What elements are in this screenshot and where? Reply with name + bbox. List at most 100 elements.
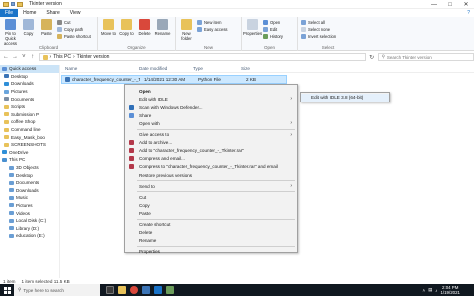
- chrome-icon[interactable]: [130, 286, 138, 294]
- pin-quick-access-button[interactable]: Pin to Quick access: [3, 19, 18, 46]
- invert-selection-button[interactable]: Invert selection: [301, 33, 336, 39]
- menu-item-restore-previous-versions[interactable]: Restore previous versions: [125, 171, 297, 179]
- taskbar-search[interactable]: ⚲ Type here to search: [14, 284, 100, 296]
- sidebar-item-submission-p[interactable]: Submission P: [0, 111, 59, 119]
- column-size[interactable]: Size: [237, 66, 267, 71]
- column-type[interactable]: Type: [189, 66, 237, 71]
- menu-item-add-to-character-frequency-counter-tkint[interactable]: Add to "character_frequency_counter_-_Tk…: [125, 147, 297, 155]
- menu-item-open-with[interactable]: Open with ›: [125, 119, 297, 127]
- sidebar-item-this-pc[interactable]: This PC: [0, 156, 59, 164]
- menu-item-properties[interactable]: Properties: [125, 248, 297, 256]
- clock[interactable]: 2:04 PM 1/19/2021: [440, 285, 460, 295]
- refresh-icon[interactable]: ↻: [369, 54, 375, 61]
- task-view-icon[interactable]: [106, 286, 114, 294]
- rename-button[interactable]: Rename: [155, 19, 170, 36]
- menu-item-scan-with-windows-defender[interactable]: Scan with Windows Defender...: [125, 103, 297, 111]
- sidebar-item-documents[interactable]: Documents: [0, 179, 59, 187]
- sidebar-item-desktop[interactable]: Desktop: [0, 73, 59, 81]
- menu-item-create-shortcut[interactable]: Create shortcut: [125, 221, 297, 229]
- copy-path-button[interactable]: Copy path: [57, 26, 91, 32]
- menu-item-give-access-to[interactable]: Give access to ›: [125, 131, 297, 139]
- volume-icon[interactable]: ♪: [435, 288, 437, 293]
- paste-button[interactable]: Paste: [39, 19, 54, 36]
- sidebar-item-library-d[interactable]: Library (D:): [0, 224, 59, 232]
- sidebar-item-music[interactable]: Music: [0, 194, 59, 202]
- new-folder-quick-icon[interactable]: [17, 1, 23, 7]
- sidebar-item-downloads[interactable]: Downloads: [0, 187, 59, 195]
- sidebar-item-local-disk-c[interactable]: Local Disk (C:): [0, 217, 59, 225]
- address-bar[interactable]: › This PC › Tkinter version: [38, 53, 366, 61]
- recent-chevron-icon[interactable]: ˅: [21, 54, 27, 60]
- history-button[interactable]: History: [263, 33, 283, 39]
- easy-access-button[interactable]: Easy access: [197, 26, 228, 32]
- delete-button[interactable]: Delete: [137, 19, 152, 36]
- select-none-button[interactable]: Select none: [301, 26, 336, 32]
- sidebar-item-command-line[interactable]: Command line: [0, 126, 59, 134]
- sidebar-item-downloads[interactable]: Downloads: [0, 80, 59, 88]
- menu-item-cut[interactable]: Cut: [125, 193, 297, 201]
- network-icon[interactable]: ▤: [428, 287, 432, 293]
- open-button[interactable]: Open: [263, 19, 283, 25]
- copy-to-button[interactable]: Copy to: [119, 19, 134, 36]
- table-row[interactable]: character_frequency_counter_-_Tkinter 1/…: [61, 75, 287, 84]
- new-folder-button[interactable]: New folder: [179, 19, 194, 41]
- menu-item-open[interactable]: Open: [125, 87, 297, 95]
- sidebar-item-screenshots[interactable]: SCREENSHOTS: [0, 141, 59, 149]
- menu-item-rename[interactable]: Rename: [125, 237, 297, 245]
- help-icon[interactable]: ?: [467, 10, 470, 16]
- maximize-button[interactable]: □: [442, 0, 458, 9]
- python-icon[interactable]: [142, 286, 150, 294]
- downloads-icon: [9, 188, 14, 193]
- sidebar-item-scripts[interactable]: Scripts: [0, 103, 59, 111]
- sidebar-item-onedrive[interactable]: OneDrive: [0, 149, 59, 157]
- sidebar-item-coffee-shop[interactable]: coffee Shop: [0, 118, 59, 126]
- back-icon[interactable]: ←: [3, 54, 9, 60]
- menu-item-delete[interactable]: Delete: [125, 229, 297, 237]
- submenu-item-edit-idle-38[interactable]: Edit with IDLE 3.8 (64-bit): [301, 93, 389, 102]
- menu-item-compress-to-character-frequency-counter-[interactable]: Compress to "character_frequency_counter…: [125, 163, 297, 171]
- new-item-button[interactable]: New item: [197, 19, 228, 25]
- forward-icon[interactable]: →: [12, 54, 18, 60]
- app-icon[interactable]: [166, 286, 174, 294]
- file-explorer-icon[interactable]: [118, 286, 126, 294]
- copy-button[interactable]: Copy: [21, 19, 36, 36]
- sidebar-item-documents[interactable]: Documents: [0, 95, 59, 103]
- column-date[interactable]: Date modified: [135, 66, 189, 71]
- close-button[interactable]: ✕: [458, 0, 474, 9]
- sidebar-item-quick-access[interactable]: Quick access: [0, 65, 59, 73]
- properties-quick-icon[interactable]: [11, 2, 15, 6]
- menu-item-share[interactable]: Share: [125, 111, 297, 119]
- paste-shortcut-button[interactable]: Paste shortcut: [57, 33, 91, 39]
- sidebar-item-pictures[interactable]: Pictures: [0, 88, 59, 96]
- breadcrumb-this-pc[interactable]: This PC: [53, 54, 71, 60]
- cut-button[interactable]: Cut: [57, 19, 91, 25]
- sidebar-item-education-e[interactable]: education (E:): [0, 232, 59, 240]
- menu-item-edit-with-idle[interactable]: Edit with IDLE ›: [125, 95, 297, 103]
- column-name[interactable]: Name: [61, 66, 135, 71]
- chevron-up-icon[interactable]: ˄: [423, 288, 426, 293]
- sidebar-item-videos[interactable]: Videos: [0, 209, 59, 217]
- start-button[interactable]: [0, 284, 14, 296]
- properties-button[interactable]: Properties: [243, 19, 262, 36]
- sidebar-item-pictures[interactable]: Pictures: [0, 202, 59, 210]
- up-icon[interactable]: ↑: [30, 54, 36, 60]
- menu-item-compress-and-email[interactable]: Compress and email...: [125, 155, 297, 163]
- tab-share[interactable]: Share: [41, 9, 64, 17]
- menu-item-send-to[interactable]: Send to ›: [125, 182, 297, 190]
- tab-file[interactable]: File: [0, 9, 19, 17]
- sidebar-item-desktop[interactable]: Desktop: [0, 171, 59, 179]
- edit-button[interactable]: Edit: [263, 26, 283, 32]
- minimize-button[interactable]: —: [426, 0, 442, 9]
- tab-home[interactable]: Home: [18, 9, 41, 17]
- select-all-button[interactable]: Select all: [301, 19, 336, 25]
- breadcrumb-current[interactable]: Tkinter version: [77, 54, 110, 60]
- move-to-button[interactable]: Move to: [101, 19, 116, 36]
- tab-view[interactable]: View: [65, 9, 86, 17]
- sidebar-item-easy-mask-boo[interactable]: Easy_Mask_boo: [0, 133, 59, 141]
- vscode-icon[interactable]: [154, 286, 162, 294]
- sidebar-item-3d-objects[interactable]: 3D Objects: [0, 164, 59, 172]
- search-input[interactable]: ⚲ Search Tkinter version: [377, 53, 474, 61]
- menu-item-copy[interactable]: Copy: [125, 201, 297, 209]
- menu-item-add-to-archive[interactable]: Add to archive...: [125, 139, 297, 147]
- menu-item-paste[interactable]: Paste: [125, 209, 297, 217]
